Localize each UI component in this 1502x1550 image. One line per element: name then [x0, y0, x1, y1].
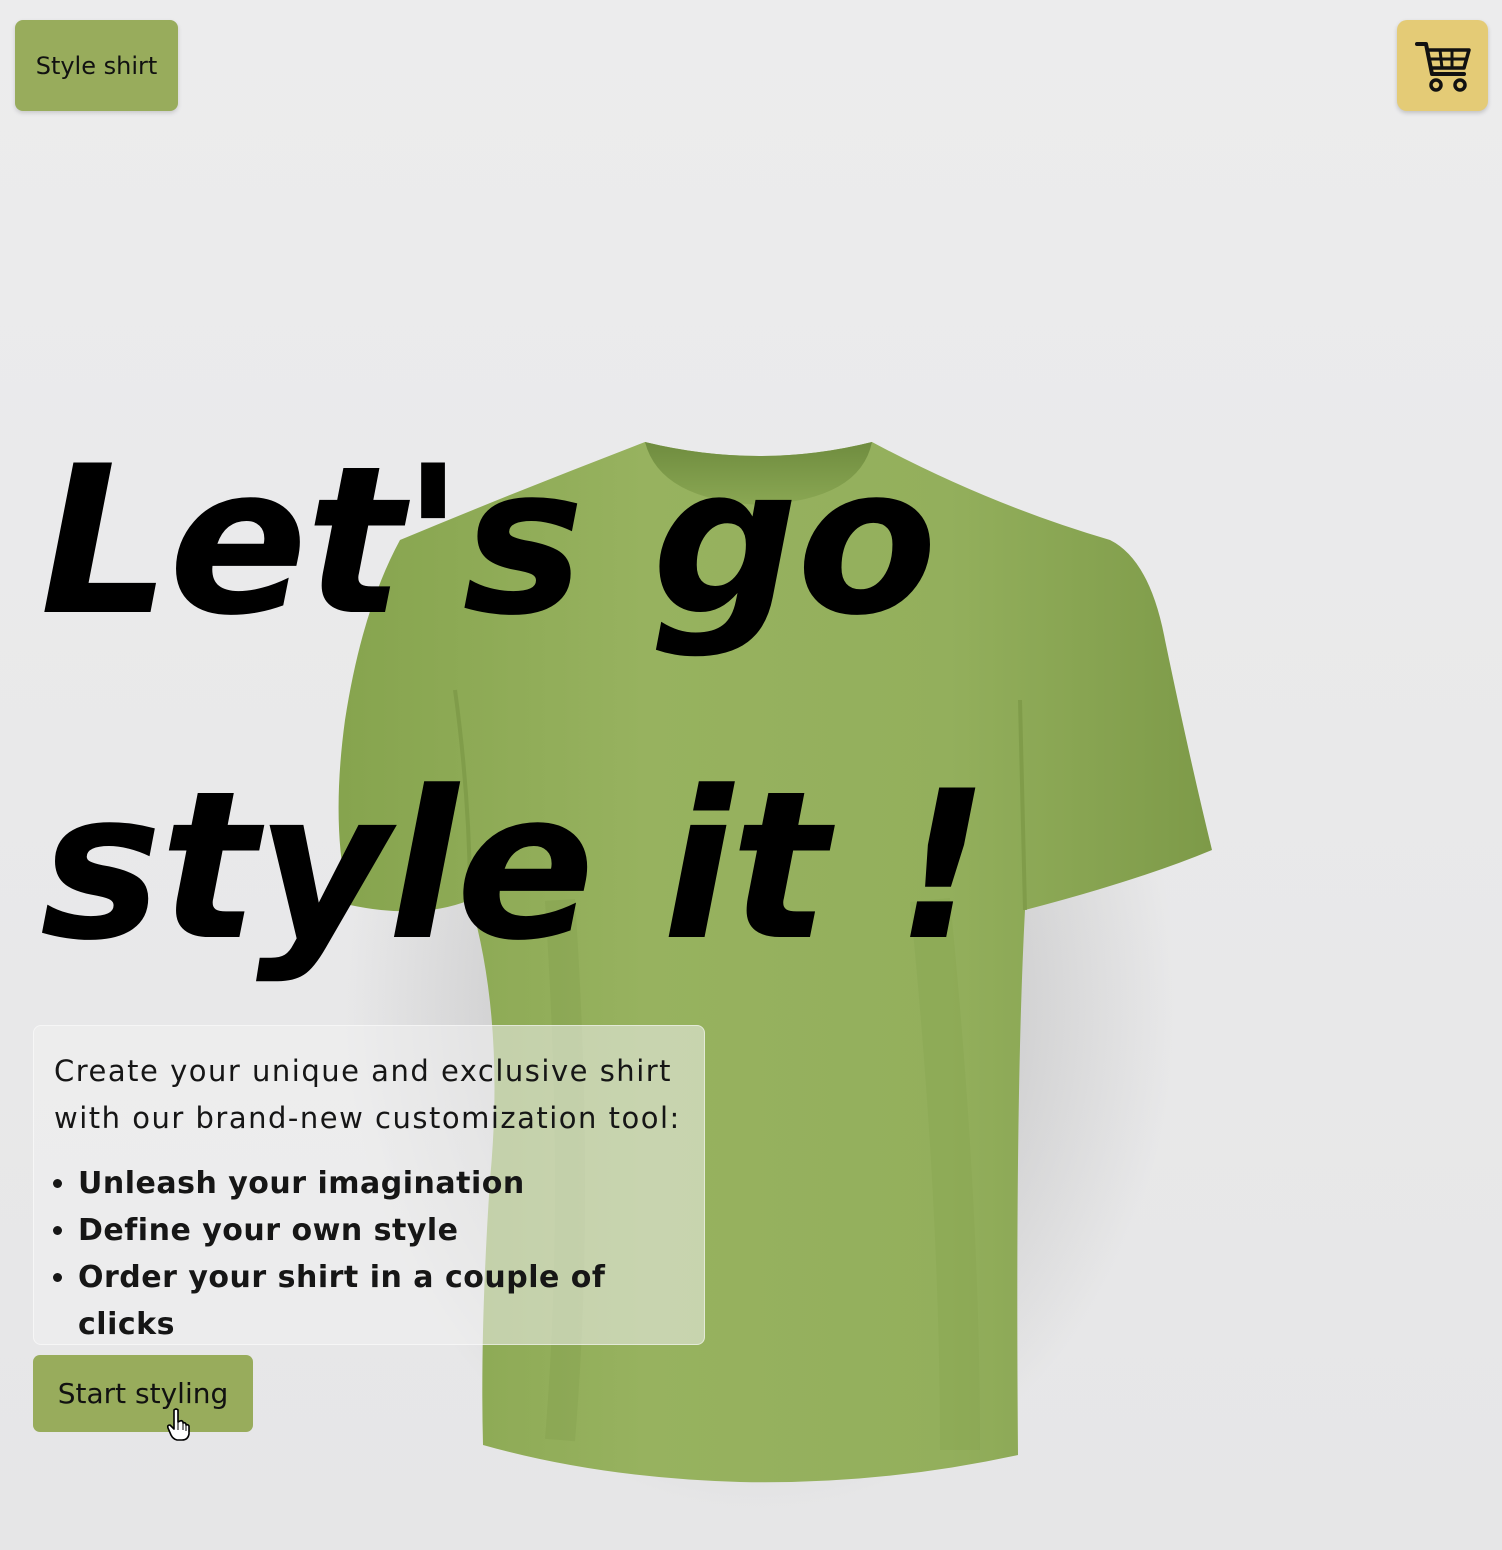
- shopping-cart-icon: [1414, 41, 1471, 92]
- feature-item: Order your shirt in a couple of clicks: [78, 1254, 684, 1348]
- style-shirt-label: Style shirt: [35, 51, 158, 80]
- feature-item: Define your own style: [78, 1207, 684, 1254]
- intro-text: Create your unique and exclusive shirt w…: [54, 1054, 681, 1135]
- hand-pointer-icon: [166, 1408, 190, 1441]
- headline-line-1: Let's go: [40, 423, 937, 661]
- cart-button[interactable]: [1397, 20, 1488, 111]
- hero-headline: Let's go style it !: [40, 380, 989, 1030]
- feature-item: Unleash your imagination: [78, 1160, 684, 1207]
- headline-line-2: style it !: [40, 748, 989, 986]
- style-shirt-button[interactable]: Style shirt: [15, 20, 178, 111]
- start-styling-label: Start styling: [57, 1377, 229, 1410]
- start-styling-button[interactable]: Start styling: [33, 1355, 253, 1432]
- feature-list: Unleash your imagination Define your own…: [54, 1160, 684, 1348]
- info-card: Create your unique and exclusive shirt w…: [33, 1025, 705, 1345]
